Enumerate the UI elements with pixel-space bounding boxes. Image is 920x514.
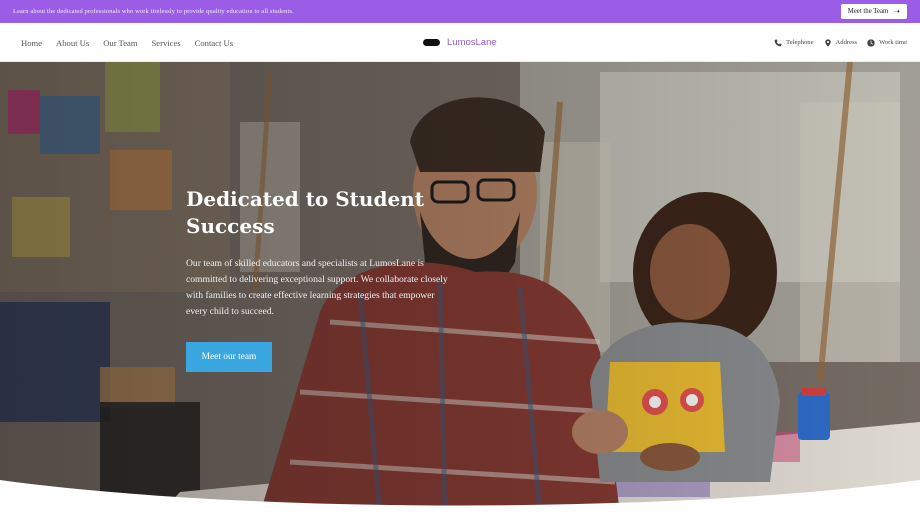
nav-links: Home About Us Our Team Services Contact … bbox=[21, 23, 233, 62]
work-time-link[interactable]: Work time bbox=[867, 38, 907, 47]
hero-overlay bbox=[0, 62, 920, 514]
work-time-label: Work time bbox=[879, 39, 907, 46]
logo-mark-icon bbox=[423, 39, 440, 46]
address-link[interactable]: Address bbox=[824, 38, 858, 47]
hero-content: Dedicated to Student Success Our team of… bbox=[186, 186, 456, 320]
phone-icon bbox=[774, 38, 782, 46]
hero-section: Dedicated to Student Success Our team of… bbox=[0, 62, 920, 514]
meet-the-team-label: Meet the Team bbox=[847, 8, 889, 15]
nav-link-our-team[interactable]: Our Team bbox=[103, 38, 137, 48]
main-navigation: Home About Us Our Team Services Contact … bbox=[0, 23, 920, 62]
telephone-label: Telephone bbox=[786, 39, 814, 46]
brand-logo[interactable]: LumosLane bbox=[423, 23, 497, 62]
brand-name: LumosLane bbox=[447, 37, 497, 48]
nav-link-services[interactable]: Services bbox=[152, 38, 181, 48]
location-pin-icon bbox=[824, 38, 831, 47]
arrow-right-icon: ➝ bbox=[893, 6, 900, 16]
meet-our-team-button[interactable]: Meet our team bbox=[186, 342, 272, 372]
nav-link-home[interactable]: Home bbox=[21, 38, 42, 48]
announcement-text: Learn about the dedicated professionals … bbox=[13, 8, 294, 15]
address-label: Address bbox=[835, 39, 858, 46]
hero-bottom-curve bbox=[0, 480, 920, 514]
nav-link-about-us[interactable]: About Us bbox=[56, 38, 89, 48]
announcement-bar: Learn about the dedicated professionals … bbox=[0, 0, 920, 23]
clock-icon bbox=[867, 38, 875, 47]
hero-description: Our team of skilled educators and specia… bbox=[186, 258, 448, 317]
nav-link-contact-us[interactable]: Contact Us bbox=[195, 38, 233, 48]
contact-info: Telephone Address Work time bbox=[774, 23, 907, 62]
telephone-link[interactable]: Telephone bbox=[774, 38, 814, 47]
hero-title: Dedicated to Student Success bbox=[186, 187, 424, 238]
meet-the-team-button[interactable]: Meet the Team ➝ bbox=[840, 4, 907, 19]
